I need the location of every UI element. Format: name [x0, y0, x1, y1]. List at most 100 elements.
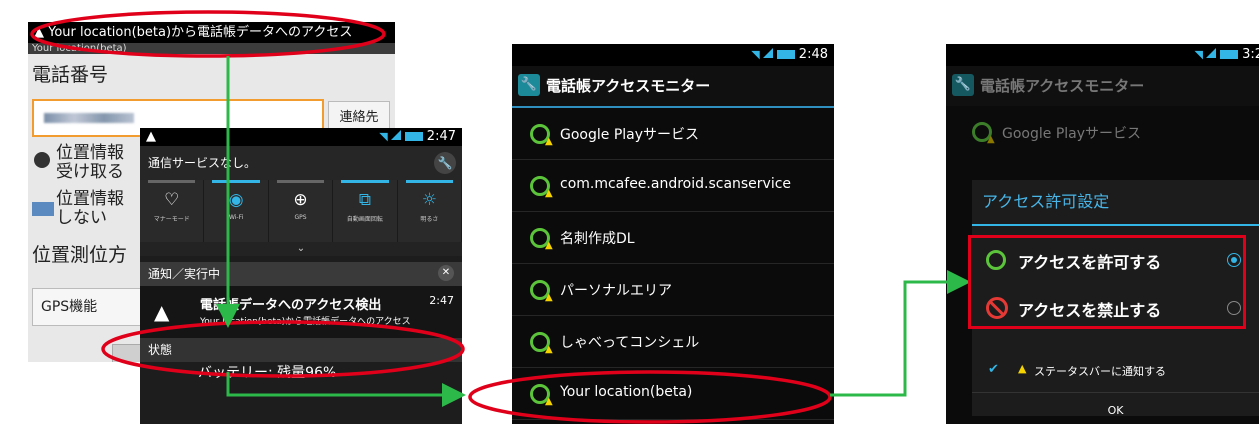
clock-icon	[34, 152, 50, 168]
app-list-item[interactable]: ▲ Your location(beta)	[512, 368, 834, 420]
status-icons: ◥ 2:48	[751, 44, 828, 66]
app-list-item[interactable]: ▲ しゃべってコンシェル	[512, 316, 834, 368]
app-list: ▲ Google Playサービス ▲ com.mcafee.android.scan…	[512, 108, 834, 420]
wifi-icon: ◥	[1194, 48, 1203, 61]
tile-icon: ◉	[228, 190, 244, 210]
app-list-item[interactable]: ▲ パーソナルエリア	[512, 264, 834, 316]
wrench-app-icon: 🔧	[952, 74, 974, 96]
phone-label: 電話番号	[32, 64, 109, 86]
app-name: しゃべってコンシェル	[560, 335, 700, 351]
notification-section-header: 通知／実行中 ✕	[140, 262, 462, 286]
location-option-1[interactable]: 位置情報 受け取る	[56, 144, 124, 182]
option-2-line-1: 位置情報	[56, 189, 124, 209]
tile-label: 自動画面回転	[346, 216, 383, 223]
app-name: Your location(beta)	[560, 384, 693, 400]
tile-icon: ⊕	[293, 190, 308, 210]
warning-icon: ▲	[1018, 362, 1027, 375]
signal-icon	[390, 130, 401, 140]
app-name: パーソナルエリア	[560, 283, 672, 299]
notification-time: 2:47	[429, 294, 454, 307]
notification-title: 電話帳データへのアクセス検出	[200, 298, 382, 313]
clock: 3:2	[1242, 47, 1259, 62]
status-bar: ▲ Your location(beta)から電話帳データへのアクセス	[28, 22, 395, 43]
quick-setting-tile[interactable]: ⧉ 自動画面回転	[333, 180, 398, 242]
status-icons: ◥ 2:47	[379, 128, 456, 146]
quick-setting-tile[interactable]: ☼ 明るさ	[398, 180, 462, 242]
tile-indicator	[341, 180, 389, 183]
clock: 2:47	[426, 129, 456, 144]
flow-arrow-3	[830, 270, 971, 397]
notify-statusbar-checkbox[interactable]: ✔ ▲ ステータスバーに通知する	[972, 348, 1259, 392]
warning-icon: ▲	[146, 129, 156, 144]
settings-wrench-icon[interactable]: 🔧	[434, 152, 456, 174]
signal-icon	[762, 48, 773, 58]
warning-icon: ▲	[154, 300, 170, 324]
dialog-title: アクセス許可設定	[972, 180, 1259, 226]
positioning-method-label: 位置測位方	[32, 244, 128, 266]
access-permission-dialog-screen: ◥ 3:2 🔧 電話帳アクセスモニター ▲ Google Playサービス アクセス…	[946, 44, 1259, 424]
warning-icon: ▲	[545, 240, 553, 251]
tile-icon: ☼	[421, 190, 437, 210]
location-option-2[interactable]: 位置情報 しない	[56, 190, 124, 228]
contacts-access-notification[interactable]: ▲ 電話帳データへのアクセス検出 2:47 Your location(beta…	[140, 286, 462, 338]
list-item: ▲ Google Playサービス	[946, 106, 1259, 157]
clear-all-icon[interactable]: ✕	[438, 265, 454, 281]
status-notification-text: ▲ Your location(beta)から電話帳データへのアクセス	[34, 25, 353, 40]
tile-indicator	[405, 180, 454, 183]
tile-indicator	[148, 180, 196, 183]
battery-text: バッテリー: 残量96%	[198, 365, 337, 381]
notification-body: Your location(beta)から電話帳データへのアクセス	[200, 317, 411, 327]
signal-icon	[1205, 48, 1216, 58]
app-title: 電話帳アクセスモニター	[980, 77, 1145, 95]
status-bar: ◥ 2:48	[512, 44, 834, 66]
action-bar: 🔧 電話帳アクセスモニター	[946, 66, 1259, 106]
tile-label: 明るさ	[420, 216, 439, 223]
clock: 2:48	[798, 47, 828, 62]
tile-icon: ⧉	[358, 190, 371, 210]
warning-icon: ▲	[545, 188, 553, 199]
warning-icon: ▲	[987, 134, 995, 145]
checkmark-icon[interactable]: ✔	[988, 362, 999, 377]
warning-icon: ▲	[545, 136, 553, 147]
status-icons: ◥ 3:2	[1194, 44, 1259, 66]
tile-label: Wi-Fi	[228, 214, 244, 221]
quick-setting-tile[interactable]: ♡ マナーモード	[140, 180, 205, 242]
warning-icon: ▲	[545, 344, 553, 355]
battery-icon	[1219, 50, 1238, 59]
app-title: 電話帳アクセスモニター	[546, 77, 711, 95]
contacts-access-monitor-list: ◥ 2:48 🔧 電話帳アクセスモニター ▲ Google Playサービス ▲ com…	[512, 44, 834, 424]
wifi-icon: ◥	[751, 48, 760, 61]
options-highlight-box	[968, 235, 1246, 329]
quick-setting-tile[interactable]: ◉ Wi-Fi	[204, 180, 269, 242]
quick-setting-tile[interactable]: ⊕ GPS	[269, 180, 334, 242]
section-title: 通知／実行中	[148, 267, 221, 281]
option-1-line-1: 位置情報	[56, 143, 124, 163]
battery-icon	[404, 132, 423, 141]
option-2-line-2: しない	[56, 208, 107, 228]
carrier-text: 通信サービスなし。	[148, 156, 257, 170]
blurred-phone-number	[44, 113, 134, 123]
app-name: com.mcafee.android.scanservice	[560, 176, 792, 192]
notification-shade: ▲ ◥ 2:47 通信サービスなし。 🔧 ♡ マナーモード ◉ Wi-Fi ⊕ GPS ⧉ 自動…	[140, 128, 462, 424]
expand-chevron-icon[interactable]: ⌄	[140, 242, 462, 256]
app-name: 名刺作成DL	[560, 231, 635, 247]
tile-indicator	[212, 180, 260, 183]
app-list-item[interactable]: ▲ 名刺作成DL	[512, 212, 834, 264]
tile-icon: ♡	[164, 190, 180, 210]
battery-status: バッテリー: 残量96%	[140, 362, 462, 384]
app-name: Google Playサービス	[560, 127, 700, 143]
warning-icon: ▲	[545, 292, 553, 303]
app-title-bar: Your location(beta)	[28, 43, 395, 54]
status-bar: ▲ ◥ 2:47	[140, 128, 462, 146]
option-1-line-2: 受け取る	[56, 162, 124, 182]
tile-indicator	[276, 180, 325, 183]
action-bar: 🔧 電話帳アクセスモニター	[512, 66, 834, 108]
carrier-header: 通信サービスなし。 🔧	[140, 146, 462, 180]
warning-icon: ▲	[545, 396, 553, 407]
checkbox-label: ステータスバーに通知する	[1034, 365, 1166, 378]
message-icon	[32, 202, 54, 216]
app-list-item[interactable]: ▲ com.mcafee.android.scanservice	[512, 160, 834, 212]
status-section-header: 状態	[140, 338, 462, 362]
ok-button[interactable]: OK	[972, 392, 1259, 424]
app-list-item[interactable]: ▲ Google Playサービス	[512, 108, 834, 160]
